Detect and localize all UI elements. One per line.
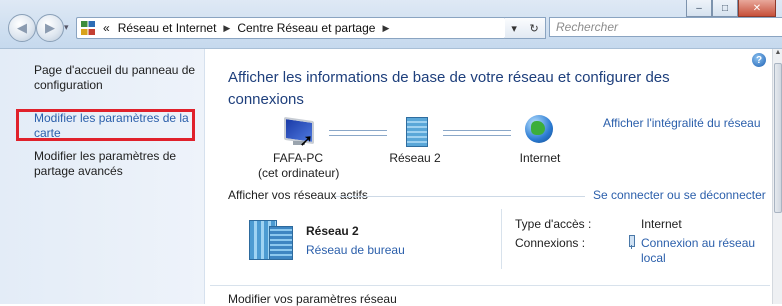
local-connection-link[interactable]: Connexion au réseau local — [641, 236, 761, 266]
connection-line — [329, 130, 387, 136]
globe-icon — [525, 115, 555, 151]
section-divider — [210, 285, 770, 286]
main-content: ? Afficher les informations de base de v… — [205, 49, 772, 306]
vertical-scrollbar[interactable]: ▲ — [772, 49, 782, 304]
access-type-value: Internet — [641, 217, 682, 231]
computer-node: ➚ FAFA-PC (cet ordinateur) — [258, 115, 340, 181]
active-networks-heading: Afficher vos réseaux actifs — [228, 188, 368, 202]
section-divider — [335, 196, 585, 197]
recent-pages-dropdown[interactable]: ▾ — [64, 22, 69, 33]
network-node: Réseau 2 — [385, 115, 445, 166]
access-type-label: Type d'accès : — [515, 217, 592, 231]
scroll-thumb[interactable] — [774, 63, 782, 213]
active-network-name: Réseau 2 — [306, 224, 359, 238]
breadcrumb-overflow[interactable]: « — [99, 21, 114, 35]
breadcrumb-separator-icon[interactable]: ▶ — [220, 23, 233, 34]
full-network-map-link[interactable]: Afficher l'intégralité du réseau — [603, 116, 761, 130]
highlight-box — [16, 109, 195, 141]
minimize-button[interactable]: – — [686, 0, 712, 17]
left-task-pane: Page d'accueil du panneau de configurati… — [0, 49, 205, 304]
forward-button[interactable]: ▶ — [36, 14, 64, 42]
network-type-link[interactable]: Réseau de bureau — [306, 243, 405, 257]
address-actions: ▾ ↻ — [505, 17, 546, 39]
computer-sub: (cet ordinateur) — [258, 166, 340, 180]
network-cable-icon — [626, 235, 636, 249]
advanced-sharing-settings-link[interactable]: Modifier les paramètres de partage avanc… — [34, 149, 200, 179]
computer-name: FAFA-PC — [272, 151, 323, 165]
address-dropdown-icon[interactable]: ▾ — [511, 22, 517, 35]
breadcrumb-network-internet[interactable]: Réseau et Internet — [114, 21, 221, 35]
control-panel-icon — [81, 21, 95, 35]
breadcrumb-network-center[interactable]: Centre Réseau et partage — [233, 21, 379, 35]
back-arrow-icon: ◀ — [17, 20, 27, 35]
vertical-divider — [501, 209, 502, 269]
office-network-icon[interactable] — [245, 214, 293, 260]
internet-node[interactable]: Internet — [505, 115, 575, 166]
computer-icon: ➚ — [281, 115, 315, 151]
mouse-cursor-icon: ➚ — [299, 131, 314, 150]
connection-line — [443, 130, 511, 136]
internet-node-name: Internet — [519, 151, 561, 165]
network-node-name: Réseau 2 — [389, 151, 441, 165]
control-panel-home-link[interactable]: Page d'accueil du panneau de configurati… — [34, 63, 200, 93]
close-button[interactable]: ✕ — [738, 0, 776, 17]
building-network-icon — [400, 115, 430, 151]
connect-disconnect-link[interactable]: Se connecter ou se déconnecter — [593, 188, 766, 202]
search-input[interactable]: Rechercher — [549, 17, 782, 37]
address-bar[interactable]: « Réseau et Internet ▶ Centre Réseau et … — [76, 17, 506, 39]
window-toolbar: – □ ✕ ◀ ▶ ▾ « Réseau et Internet ▶ Centr… — [0, 0, 782, 49]
forward-arrow-icon: ▶ — [45, 20, 55, 35]
maximize-button[interactable]: □ — [712, 0, 738, 17]
scroll-up-icon[interactable]: ▲ — [773, 49, 782, 61]
window-controls: – □ ✕ — [686, 0, 776, 17]
breadcrumb-separator-icon[interactable]: ▶ — [379, 23, 392, 34]
connections-label: Connexions : — [515, 236, 586, 250]
page-title: Afficher les informations de base de vot… — [228, 69, 670, 108]
refresh-icon[interactable]: ↻ — [529, 22, 538, 35]
help-button[interactable]: ? — [752, 53, 766, 67]
back-button[interactable]: ◀ — [8, 14, 36, 42]
